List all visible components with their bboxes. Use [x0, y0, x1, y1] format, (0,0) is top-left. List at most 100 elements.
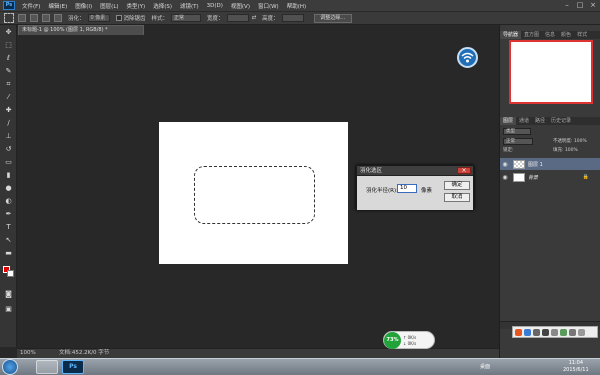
tab-history[interactable]: 历史记录: [548, 117, 574, 125]
quick-mask-icon[interactable]: ◙: [4, 291, 13, 298]
cancel-button[interactable]: 取消: [444, 193, 470, 202]
desktop-label[interactable]: 桌面: [480, 363, 490, 370]
fill-control[interactable]: 填充: 100%: [553, 147, 578, 153]
layer-row-background[interactable]: ◉ 背景 🔒: [500, 171, 600, 183]
network-speed-widget[interactable]: 73% ↑ 0K/s ↓ 0K/s: [383, 331, 435, 349]
clock-date: 2015/6/11: [563, 367, 589, 373]
layer-row-layer1[interactable]: ◉ 图层 1: [500, 158, 600, 170]
photoshop-window: Ps 文件(F) 编辑(E) 图像(I) 图层(L) 类型(Y) 选择(S) 滤…: [0, 0, 600, 375]
layer-thumbnail: [513, 159, 525, 169]
new-selection-icon[interactable]: [18, 14, 26, 22]
history-brush-tool-icon[interactable]: ↺: [4, 146, 13, 153]
blur-tool-icon[interactable]: ●: [4, 185, 13, 192]
layer-kind-filter[interactable]: 类型: [503, 128, 531, 135]
quick-select-tool-icon[interactable]: ✎: [4, 68, 13, 75]
gradient-tool-icon[interactable]: ▮: [4, 172, 13, 179]
menu-layer[interactable]: 图层(L): [96, 2, 122, 10]
dodge-tool-icon[interactable]: ◐: [4, 198, 13, 205]
user-icon[interactable]: [569, 328, 576, 336]
dialog-body: 羽化半径(R): 10 像素 确定 取消: [357, 176, 473, 210]
ok-button[interactable]: 确定: [444, 181, 470, 190]
dialog-close-button[interactable]: ×: [457, 167, 471, 174]
marquee-tool-icon[interactable]: ⬚: [4, 42, 13, 49]
menu-3d[interactable]: 3D(D): [203, 3, 227, 9]
crop-tool-icon[interactable]: ⌗: [4, 81, 13, 88]
refine-edge-button[interactable]: 调整边缘...: [313, 13, 352, 23]
visibility-eye-icon[interactable]: ◉: [500, 161, 510, 168]
tab-navigator[interactable]: 导航器: [500, 31, 522, 39]
clock-time: 11:04: [568, 360, 584, 366]
upload-speed: ↑ 0K/s: [403, 335, 417, 340]
background-color-swatch[interactable]: [7, 270, 14, 277]
lock-icon: 🔒: [582, 174, 589, 180]
tab-channels[interactable]: 通道: [516, 117, 532, 125]
stamp-tool-icon[interactable]: ⊥: [4, 133, 13, 140]
options-bar: 羽化： 0 像素 消除锯齿 样式： 正常 宽度： ⇄ 高度： 调整边缘...: [0, 11, 600, 25]
punctuation-icon[interactable]: [533, 328, 540, 336]
layer-name: 背景: [528, 174, 539, 181]
menu-image[interactable]: 图像(I): [71, 2, 96, 10]
eraser-tool-icon[interactable]: ▭: [4, 159, 13, 166]
keyboard-icon[interactable]: [551, 328, 558, 336]
navigator-preview[interactable]: [509, 40, 593, 104]
lock-controls[interactable]: 锁定:: [503, 147, 514, 153]
menu-type[interactable]: 类型(Y): [123, 2, 150, 10]
menu-filter[interactable]: 滤镜(T): [176, 2, 203, 10]
taskbar-photoshop-icon[interactable]: Ps: [62, 360, 84, 374]
screen-mode-icon[interactable]: ▣: [4, 306, 13, 313]
close-button[interactable]: ×: [588, 1, 598, 9]
maximize-button[interactable]: □: [575, 1, 585, 9]
add-selection-icon[interactable]: [30, 14, 38, 22]
system-clock[interactable]: 11:04 2015/6/11: [563, 360, 589, 374]
path-select-tool-icon[interactable]: ↖: [4, 237, 13, 244]
moon-icon[interactable]: [542, 328, 549, 336]
wifi-icon[interactable]: [457, 47, 478, 68]
tab-histogram[interactable]: 直方图: [521, 31, 542, 39]
lasso-tool-icon[interactable]: ℓ: [4, 55, 13, 62]
rect-marquee-icon[interactable]: [4, 13, 14, 23]
menu-view[interactable]: 视图(V): [227, 2, 254, 10]
height-input[interactable]: [281, 14, 304, 22]
menu-file[interactable]: 文件(F): [18, 2, 44, 10]
shape-tool-icon[interactable]: ▬: [4, 250, 13, 257]
blend-mode-select[interactable]: 正常: [503, 138, 533, 145]
antialias-checkbox[interactable]: [115, 15, 122, 21]
taskbar-ie-icon[interactable]: [36, 360, 58, 374]
tab-layers[interactable]: 图层: [500, 117, 517, 125]
menu-help[interactable]: 帮助(H): [283, 2, 310, 10]
width-input[interactable]: [226, 14, 249, 22]
tab-styles[interactable]: 样式: [574, 31, 590, 39]
tab-info[interactable]: 信息: [542, 31, 558, 39]
style-select[interactable]: 正常: [171, 14, 202, 22]
memory-percent: 73%: [384, 332, 401, 349]
eyedropper-tool-icon[interactable]: ⁄: [4, 94, 13, 101]
menu-select[interactable]: 选择(S): [149, 2, 176, 10]
opacity-control[interactable]: 不透明度: 100%: [553, 138, 587, 144]
tab-paths[interactable]: 路径: [532, 117, 548, 125]
document-info[interactable]: 文档:452.2K/0 字节: [59, 349, 109, 358]
feather-radius-input[interactable]: 10: [397, 184, 417, 193]
type-tool-icon[interactable]: T: [4, 224, 13, 231]
pen-tool-icon[interactable]: ✒: [4, 211, 13, 218]
tab-color[interactable]: 颜色: [558, 31, 574, 39]
subtract-selection-icon[interactable]: [42, 14, 50, 22]
taskbar: Ps 桌面 11:04 2015/6/11: [0, 358, 600, 375]
visibility-eye-icon[interactable]: ◉: [500, 174, 510, 181]
zoom-level[interactable]: 100%: [20, 349, 36, 358]
menu-window[interactable]: 窗口(W): [254, 2, 283, 10]
intersect-selection-icon[interactable]: [54, 14, 62, 22]
feather-input[interactable]: 0 像素: [87, 14, 110, 22]
sogou-icon[interactable]: [515, 328, 522, 336]
swap-icon[interactable]: ⇄: [252, 15, 257, 21]
move-tool-icon[interactable]: ✥: [4, 29, 13, 36]
start-button[interactable]: [2, 359, 18, 375]
menu-edit[interactable]: 编辑(E): [44, 2, 71, 10]
tools-icon[interactable]: [578, 328, 585, 336]
document-canvas[interactable]: [159, 122, 348, 264]
brush-tool-icon[interactable]: ∕: [4, 120, 13, 127]
input-mode-icon[interactable]: [524, 328, 531, 336]
minimize-button[interactable]: –: [562, 1, 572, 9]
healing-tool-icon[interactable]: ✚: [4, 107, 13, 114]
skin-icon[interactable]: [560, 328, 567, 336]
document-tab[interactable]: 未标题-1 @ 100% (图层 1, RGB/8) *: [18, 25, 144, 35]
